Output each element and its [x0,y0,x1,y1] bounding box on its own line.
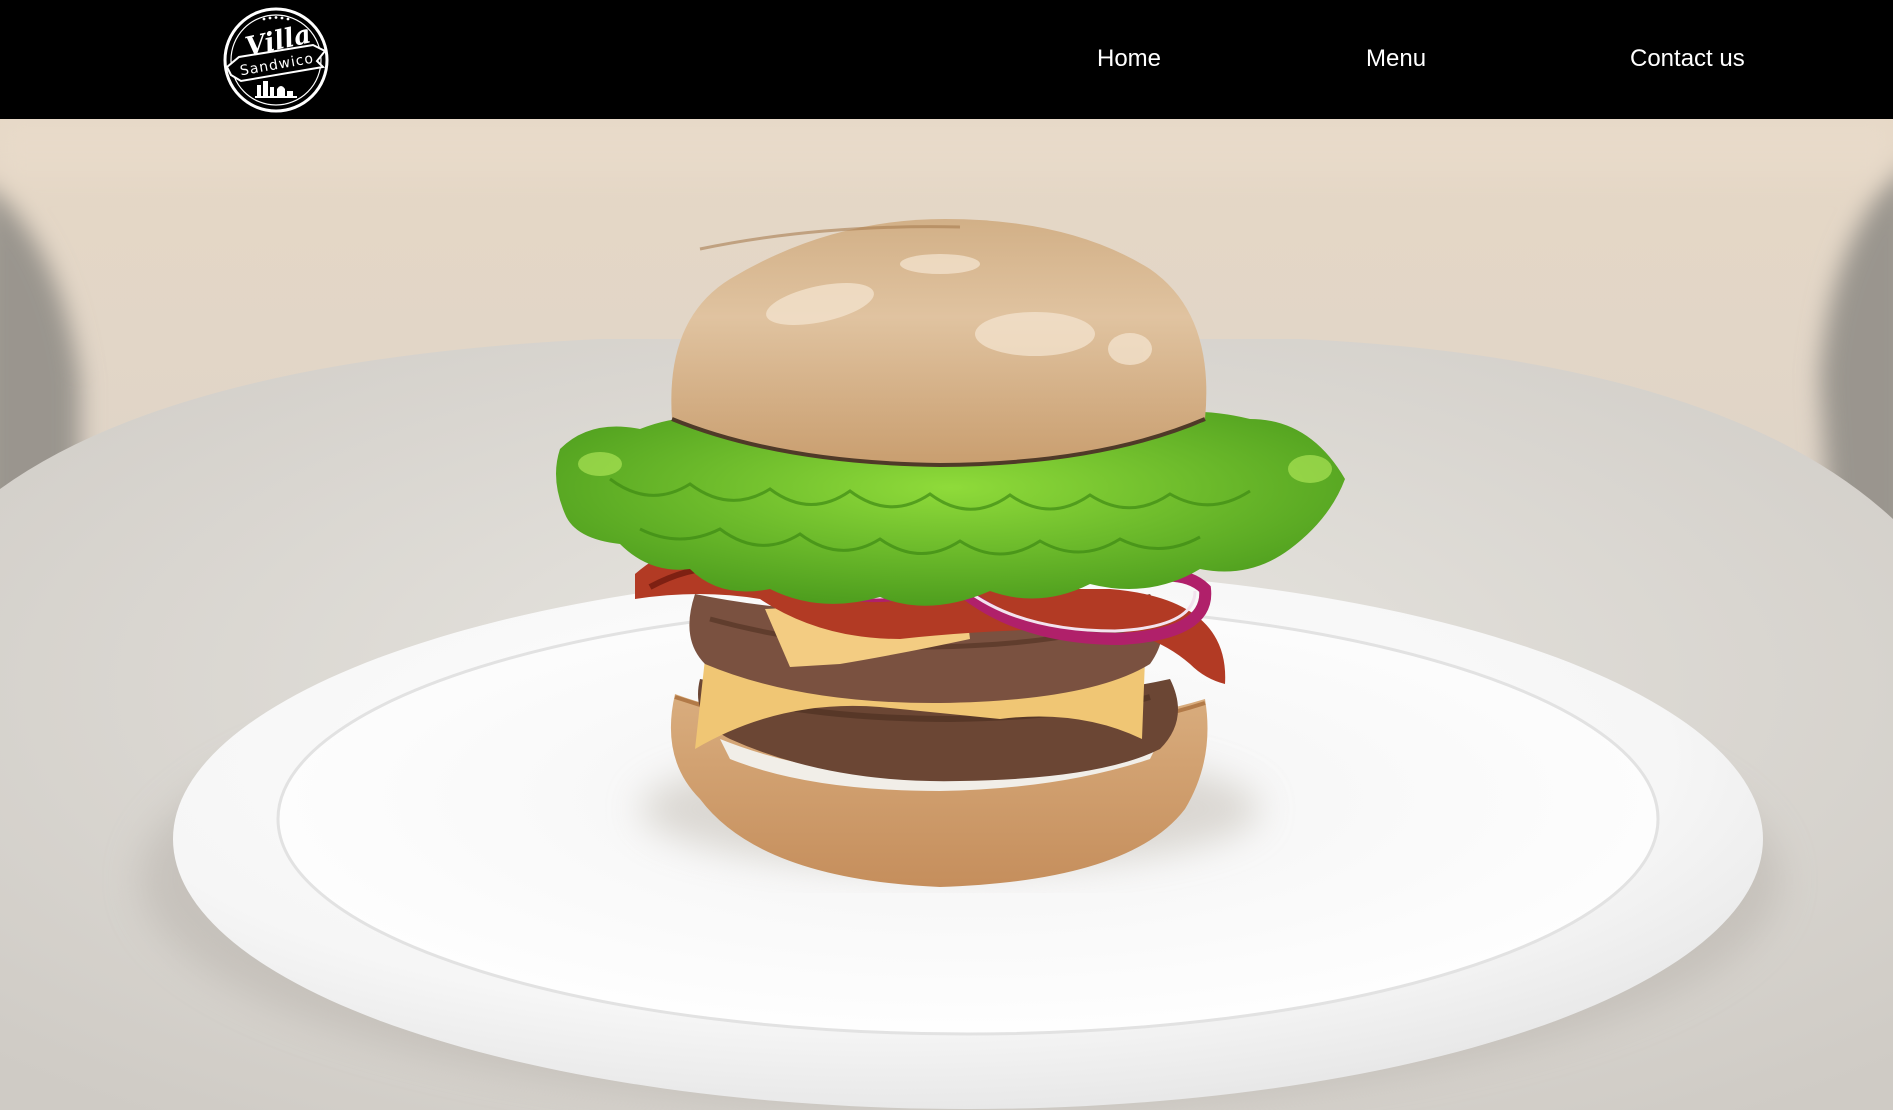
nav-home-link[interactable]: Home [1097,44,1161,74]
villa-sandwico-logo-icon: Villa Sandwico [223,7,329,113]
nav-menu-link[interactable]: Menu [1366,44,1426,74]
nav-contact-link[interactable]: Contact us [1630,44,1745,74]
brand-logo[interactable]: Villa Sandwico [217,5,335,115]
navbar: Villa Sandwico Home Menu Contact us [0,0,1893,119]
hero-burger-image [0,119,1893,1110]
